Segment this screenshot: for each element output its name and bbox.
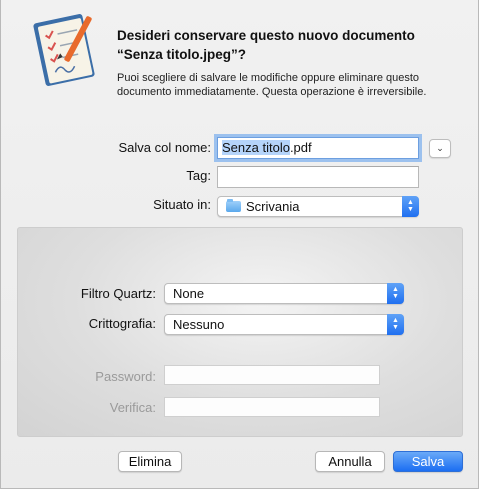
dialog-message: Puoi scegliere di salvare le modifiche o… [117,72,427,98]
location-label: Situato in: [153,197,211,212]
save-button[interactable]: Salva [393,451,463,472]
dialog-title: Desideri conservare questo nuovo documen… [117,28,415,62]
location-popup[interactable]: Scrivania ▲ ▼ [217,196,419,217]
encryption-label: Crittografia: [88,316,156,331]
tags-label: Tag: [186,168,211,183]
encryption-value: Nessuno [173,317,225,332]
folder-icon [226,199,241,212]
password-label: Password: [95,369,156,384]
tags-field[interactable] [217,166,419,188]
save-as-field[interactable]: Senza titolo.pdf [217,137,419,159]
encryption-popup[interactable]: Nessuno ▲ ▼ [164,314,404,335]
quartz-filter-label: Filtro Quartz: [80,286,156,301]
save-as-selected-text: Senza titolo [222,140,290,155]
quartz-filter-popup[interactable]: None ▲ ▼ [164,283,404,304]
popup-arrows-icon: ▲ ▼ [387,283,404,304]
verify-field[interactable] [164,397,380,417]
chevron-down-icon: ⌄ [436,143,444,153]
expand-browser-button[interactable]: ⌄ [429,139,451,158]
verify-label: Verifica: [109,400,156,415]
save-as-extension: .pdf [289,140,312,155]
save-as-label: Salva col nome: [118,140,212,155]
save-dialog: Desideri conservare questo nuovo documen… [0,0,479,489]
preview-app-icon [33,14,95,86]
location-value: Scrivania [246,199,300,214]
password-field[interactable] [164,365,380,385]
popup-arrows-icon: ▲ ▼ [387,314,404,335]
popup-arrows-icon: ▲ ▼ [402,196,419,217]
quartz-filter-value: None [173,286,205,301]
cancel-button[interactable]: Annulla [315,451,385,472]
delete-button[interactable]: Elimina [118,451,182,472]
